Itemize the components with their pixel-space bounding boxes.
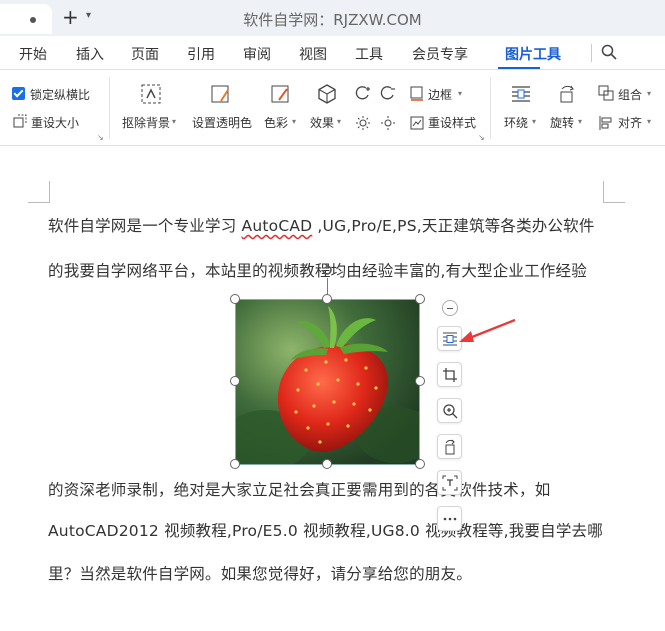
style-launcher-icon[interactable]: ↘ xyxy=(478,133,485,142)
strawberry-picture xyxy=(236,300,419,464)
remove-background-icon[interactable] xyxy=(140,83,162,105)
color-icon[interactable] xyxy=(270,83,292,105)
brightness-down-icon[interactable] xyxy=(380,115,396,131)
resize-handle-top-left[interactable] xyxy=(230,294,240,304)
paragraph-line[interactable]: 的资深老师录制，绝对是大家立足社会真正要需用到的各类软件技术，如 xyxy=(48,478,550,500)
extract-text-icon xyxy=(442,475,458,491)
effect-button[interactable]: 效果 xyxy=(310,114,334,131)
border-icon[interactable] xyxy=(409,85,425,101)
resize-handle-top-right[interactable] xyxy=(415,294,425,304)
resize-handle-bottom[interactable] xyxy=(322,459,332,469)
zoom-in-icon xyxy=(443,404,458,419)
reset-style-icon[interactable] xyxy=(409,115,425,131)
rotate-image-button[interactable] xyxy=(437,434,462,459)
rotate-image-icon xyxy=(445,439,455,455)
tab-page[interactable]: 页面 xyxy=(131,44,159,64)
ribbon-divider xyxy=(109,77,110,139)
reset-size-icon[interactable] xyxy=(12,113,28,129)
reset-size-button[interactable]: 重设大小 xyxy=(31,114,79,131)
tab-tools[interactable]: 工具 xyxy=(355,44,383,64)
set-transparent-color-button[interactable]: 设置透明色 xyxy=(192,114,252,131)
paragraph-line[interactable]: AutoCAD2012 视频教程,Pro/E5.0 视频教程,UG8.0 视频教… xyxy=(48,519,603,541)
tab-home[interactable]: 开始 xyxy=(19,44,47,64)
wrap-text-button[interactable]: 环绕 xyxy=(504,114,528,131)
strawberry-image[interactable] xyxy=(235,299,420,465)
more-dots-icon xyxy=(443,517,457,521)
remove-background-dropdown-icon[interactable]: ▾ xyxy=(172,117,176,126)
remove-background-button[interactable]: 抠除背景 xyxy=(122,114,170,131)
resize-handle-bottom-left[interactable] xyxy=(230,459,240,469)
extract-text-button[interactable] xyxy=(437,470,462,495)
window-title: 软件自学网：RJZXW.COM xyxy=(243,11,422,29)
reset-style-button[interactable]: 重设样式 xyxy=(428,114,476,131)
lock-ratio-label[interactable]: 锁定纵横比 xyxy=(30,86,90,103)
page-margin-marker xyxy=(28,181,50,203)
tab-view[interactable]: 视图 xyxy=(299,44,327,64)
paragraph-line[interactable]: 里？当然是软件自学网。如果您觉得好，请分享给您的朋友。 xyxy=(48,562,472,584)
brightness-up-icon[interactable] xyxy=(355,85,371,101)
lock-ratio-checkbox[interactable] xyxy=(12,87,25,100)
border-dropdown-icon[interactable]: ▾ xyxy=(458,89,462,98)
tab-insert[interactable]: 插入 xyxy=(76,44,104,64)
active-tab-indicator xyxy=(498,67,540,69)
page-margin-marker xyxy=(603,181,625,203)
set-transparent-color-icon[interactable] xyxy=(210,83,232,105)
color-dropdown-icon[interactable]: ▾ xyxy=(292,117,296,126)
annotation-arrow-icon xyxy=(459,318,516,342)
group-button[interactable]: 组合 xyxy=(618,86,642,103)
group-dropdown-icon[interactable]: ▾ xyxy=(647,89,651,98)
zoom-button[interactable] xyxy=(437,398,462,423)
align-button[interactable]: 对齐 xyxy=(618,114,642,131)
tab-review[interactable]: 审阅 xyxy=(243,44,271,64)
rotate-button[interactable]: 旋转 xyxy=(550,114,574,131)
menu-bar: 开始 插入 页面 引用 审阅 视图 工具 会员专享 图片工具 xyxy=(0,36,665,70)
paragraph-line[interactable]: 软件自学网是一个专业学习 AutoCAD ,UG,Pro/E,PS,天正建筑等各… xyxy=(48,214,595,236)
resize-handle-left[interactable] xyxy=(230,376,240,386)
wrap-text-icon[interactable] xyxy=(510,83,532,105)
border-button[interactable]: 边框 xyxy=(428,86,452,103)
effect-icon[interactable] xyxy=(316,83,338,105)
more-options-button[interactable] xyxy=(437,506,462,531)
rotate-icon[interactable] xyxy=(556,83,578,105)
menu-divider xyxy=(591,44,592,62)
paragraph-line[interactable]: 的我要自学网络平台，本站里的视频教程均由经验丰富的,有大型企业工作经验 xyxy=(48,259,587,281)
align-dropdown-icon[interactable]: ▾ xyxy=(647,117,651,126)
crop-icon xyxy=(443,368,457,382)
rotate-dropdown-icon[interactable]: ▾ xyxy=(578,117,582,126)
ribbon-divider xyxy=(490,77,491,139)
title-bar: + ▾ 软件自学网：RJZXW.COM xyxy=(0,0,665,36)
collapse-toolbar-button[interactable] xyxy=(442,300,458,316)
contrast-icon[interactable] xyxy=(380,85,396,101)
tab-member[interactable]: 会员专享 xyxy=(412,44,468,64)
spellcheck-word[interactable]: AutoCAD xyxy=(242,217,313,235)
ribbon-toolbar: 锁定纵横比 重设大小 ↘ 抠除背景 ▾ 设置透明色 色彩 ▾ 效果 ▾ 边框 ▾… xyxy=(0,71,665,146)
resize-handle-right[interactable] xyxy=(415,376,425,386)
crop-button[interactable] xyxy=(437,362,462,387)
effect-dropdown-icon[interactable]: ▾ xyxy=(337,117,341,126)
tab-picture-tools[interactable]: 图片工具 xyxy=(505,44,561,64)
group-icon[interactable] xyxy=(598,85,614,101)
rotate-handle-icon[interactable] xyxy=(320,263,334,277)
resize-handle-top[interactable] xyxy=(322,294,332,304)
resize-handle-bottom-right[interactable] xyxy=(415,459,425,469)
group-launcher-icon[interactable]: ↘ xyxy=(97,133,104,142)
tab-reference[interactable]: 引用 xyxy=(187,44,215,64)
color-button[interactable]: 色彩 xyxy=(264,114,288,131)
brightness-icon[interactable] xyxy=(355,115,371,131)
search-icon[interactable] xyxy=(600,43,618,61)
align-icon[interactable] xyxy=(598,115,614,131)
wrap-dropdown-icon[interactable]: ▾ xyxy=(532,117,536,126)
